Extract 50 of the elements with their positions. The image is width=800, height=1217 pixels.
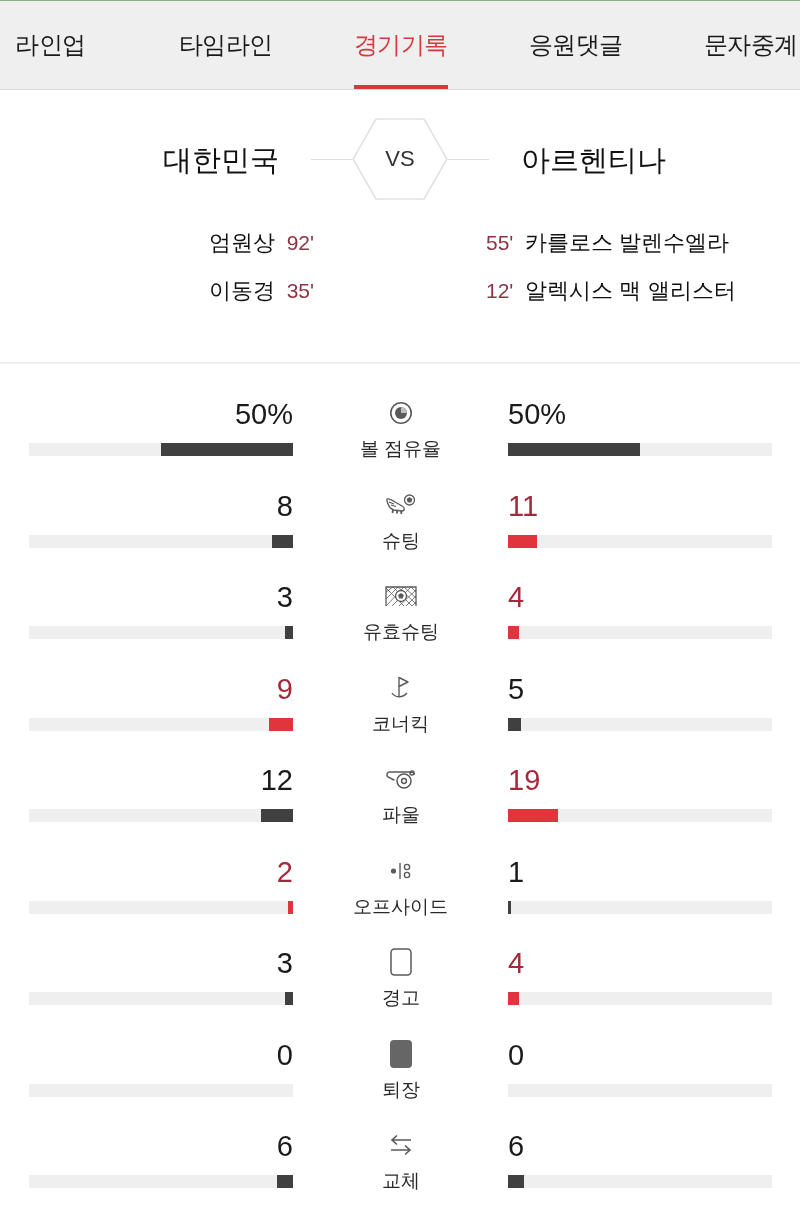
- stat-value: 2: [276, 854, 293, 890]
- stat-value: 6: [508, 1129, 525, 1164]
- stat-label: 퇴장: [381, 1077, 420, 1102]
- stat-value: 5: [508, 671, 525, 707]
- team-name: 대한민국: [162, 143, 279, 178]
- scorer-name: 카를로스 발렌수엘라: [525, 229, 730, 257]
- whistle-icon: [384, 768, 417, 790]
- boot-ball-icon: [384, 492, 417, 517]
- stat-label: 경고: [381, 986, 420, 1010]
- goal-minute: 12': [486, 279, 514, 303]
- vs-badge: VS: [352, 118, 448, 200]
- tab[interactable]: 경기기록: [353, 1, 448, 89]
- tab[interactable]: 응원댓글: [528, 1, 623, 89]
- stat-value: 0: [508, 1037, 525, 1073]
- goal-minute: 35': [286, 279, 314, 303]
- goal-minute: 55': [486, 231, 514, 255]
- stat-label: 슈팅: [381, 528, 420, 553]
- stat-value: 4: [508, 580, 525, 615]
- stat-label: 볼 점유율: [359, 437, 442, 461]
- goal-minute: 92': [286, 231, 314, 255]
- stat-value: 19: [508, 763, 541, 798]
- stat-value: 50%: [508, 397, 567, 432]
- stat-label: 코너킥: [372, 711, 429, 736]
- stat-value: 50%: [234, 397, 293, 432]
- stat-label: 오프사이드: [353, 894, 448, 919]
- tab[interactable]: 라인업: [15, 1, 86, 89]
- scorer-name: 알렉시스 맥 앨리스터: [525, 277, 736, 305]
- stat-value: 0: [276, 1037, 293, 1073]
- stat-value: 4: [508, 946, 525, 981]
- stat-value: 11: [508, 488, 539, 524]
- tab[interactable]: 타임라인: [178, 1, 273, 89]
- stat-value: 3: [276, 580, 293, 615]
- goal-net-icon: [383, 584, 418, 608]
- stat-value: 1: [508, 854, 525, 890]
- tab[interactable]: 문자중계: [703, 1, 798, 89]
- stat-value: 12: [260, 763, 293, 798]
- card-outline-icon: [389, 948, 412, 976]
- swap-arrows-icon: [388, 1134, 413, 1156]
- stat-label: 유효슈팅: [362, 620, 439, 644]
- stat-label: 파울: [381, 803, 420, 827]
- card-filled-icon: [389, 1039, 412, 1068]
- pie-circle-icon: [388, 401, 413, 425]
- stat-value: 3: [276, 946, 293, 981]
- stat-value: 6: [276, 1129, 293, 1164]
- scorer-name: 엄원상: [208, 229, 275, 257]
- team-name: 아르헨티나: [521, 143, 667, 178]
- stat-label: 교체: [381, 1169, 420, 1193]
- stat-value: 9: [276, 671, 293, 707]
- stat-value: 8: [276, 488, 293, 524]
- scorer-name: 이동경: [208, 277, 275, 305]
